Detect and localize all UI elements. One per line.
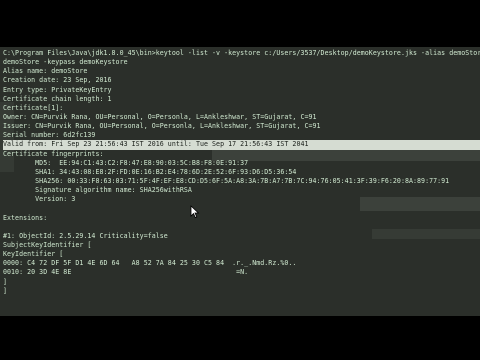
console-line: Entry type: PrivateKeyEntry xyxy=(3,85,112,94)
console-line: Alias name: demoStore xyxy=(3,67,88,76)
console-line: demoStore -keypass demoKeystore xyxy=(3,58,128,67)
console-line: Owner: CN=Purvik Rana, OU=Personal, O=Pe… xyxy=(3,112,317,121)
console-line: Certificate chain length: 1 xyxy=(3,94,112,103)
console-line: SHA256: 00:33:F8:63:03:71:5F:4F:EF:E8:CD… xyxy=(3,176,450,185)
console-line: Certificate[1]: xyxy=(3,103,64,112)
console-line: 0010: 20 3D 4E 8E =N. xyxy=(3,268,249,277)
console-line: SHA1: 34:43:08:E8:2F:FD:0E:16:B2:E4:78:6… xyxy=(3,167,297,176)
console-line: #1: ObjectId: 2.5.29.14 Criticality=fals… xyxy=(3,231,168,240)
letterbox-bottom xyxy=(0,316,480,360)
console-output[interactable]: C:\Program Files\Java\jdk1.8.0_45\bin>ke… xyxy=(3,49,480,296)
console-line: MD5: EE:94:C1:43:C2:F8:47:E8:90:03:5C:B8… xyxy=(3,158,249,167)
console-line: Serial number: 6d2fc139 xyxy=(3,131,96,140)
console-line: Issuer: CN=Purvik Rana, OU=Personal, O=P… xyxy=(3,122,321,131)
console-line: Signature algorithm name: SHA256withRSA xyxy=(3,186,192,195)
console-line: Extensions: xyxy=(3,213,48,222)
letterbox-top xyxy=(0,0,480,47)
console-line: 0000: C4 72 DF 5F D1 4E 6D 64 A8 52 7A 8… xyxy=(3,259,297,268)
console-line: ] xyxy=(3,286,8,295)
console-line: KeyIdentifier [ xyxy=(3,250,64,259)
mouse-pointer-icon xyxy=(190,205,200,219)
console-line: ] xyxy=(3,277,8,286)
console-line: SubjectKeyIdentifier [ xyxy=(3,240,92,249)
selected-console-line: Valid from: Fri Sep 23 21:56:43 IST 2016… xyxy=(3,140,480,150)
console-line: C:\Program Files\Java\jdk1.8.0_45\bin>ke… xyxy=(3,49,480,57)
command-prompt-window[interactable]: C:\Program Files\Java\jdk1.8.0_45\bin>ke… xyxy=(0,47,480,316)
console-line: Version: 3 xyxy=(3,195,76,204)
console-line: Creation date: 23 Sep, 2016 xyxy=(3,76,112,85)
console-line: Certificate fingerprints: xyxy=(3,149,104,158)
